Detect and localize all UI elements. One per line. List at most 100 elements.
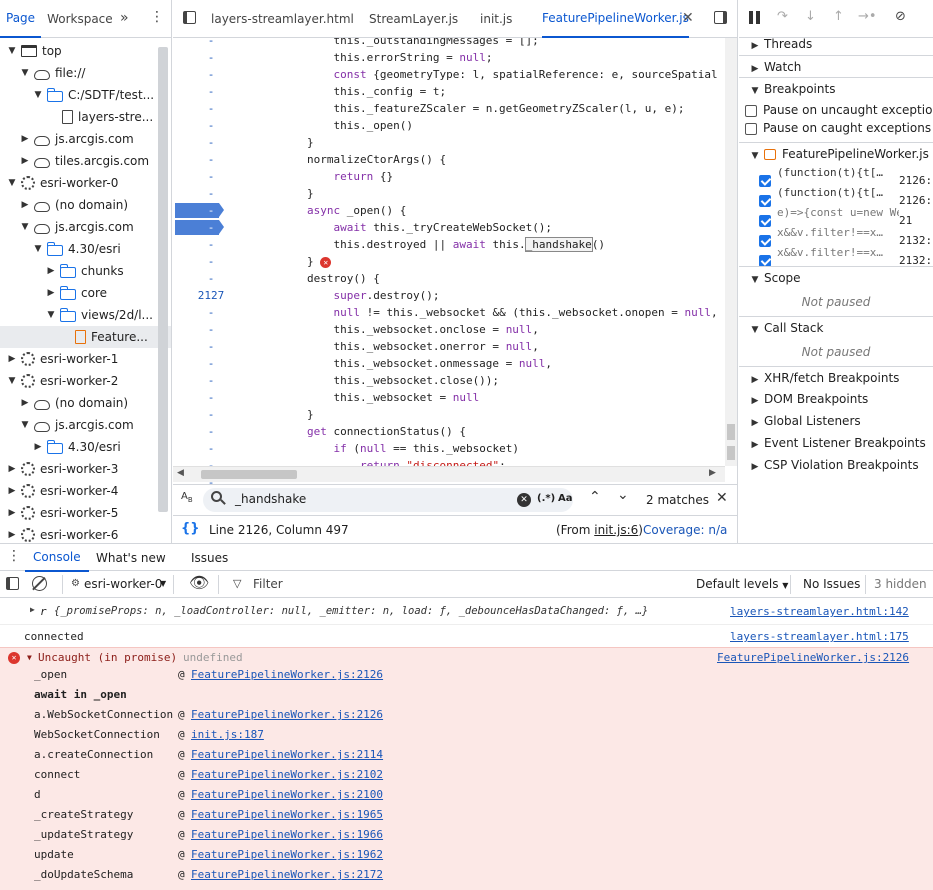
- debugger-section[interactable]: ▶ Global Listeners: [739, 410, 933, 432]
- code-line[interactable]: this._websocket.close());: [307, 372, 499, 389]
- line-number[interactable]: -: [181, 238, 241, 251]
- step-icon[interactable]: →•: [858, 9, 877, 24]
- tab-streamlayer-js[interactable]: StreamLayer.js: [369, 0, 458, 38]
- line-number[interactable]: -: [181, 408, 241, 421]
- case-toggle[interactable]: Aa: [558, 493, 573, 504]
- filter-input[interactable]: Filter: [253, 577, 283, 591]
- breakpoint-item[interactable]: (function(t){t[…2126:: [739, 182, 933, 207]
- more-tabs-icon[interactable]: »: [120, 10, 129, 26]
- code-line[interactable]: if (null == this._websocket): [307, 440, 519, 457]
- code-line[interactable]: this._featureZScaler = n.getGeometryZSca…: [307, 100, 684, 117]
- issues-count[interactable]: No Issues: [803, 577, 860, 591]
- line-number[interactable]: -: [181, 340, 241, 353]
- line-number[interactable]: -: [181, 323, 241, 336]
- threads-section[interactable]: ▶ Threads: [739, 33, 933, 55]
- search-input[interactable]: _handshake: [235, 492, 306, 506]
- code-line[interactable]: async _open() {: [307, 202, 406, 219]
- stack-source-link[interactable]: FeaturePipelineWorker.js:2114: [191, 748, 383, 761]
- line-number[interactable]: -: [181, 391, 241, 404]
- line-number[interactable]: -: [181, 136, 241, 149]
- code-line[interactable]: this._websocket.onclose = null,: [307, 321, 538, 338]
- deactivate-breakpoints-icon[interactable]: ⊘: [895, 9, 906, 24]
- code-line[interactable]: null != this._websocket && (this._websoc…: [307, 304, 718, 321]
- tree-item[interactable]: ▶ tiles.arcgis.com: [0, 150, 171, 172]
- tree-item[interactable]: ▶ js.arcgis.com: [0, 128, 171, 150]
- console-sidebar-icon[interactable]: [6, 577, 19, 590]
- source-link[interactable]: layers-streamlayer.html:142: [730, 605, 909, 618]
- tree-item[interactable]: ▶ (no domain): [0, 392, 171, 414]
- tree-item[interactable]: ▼ esri-worker-2: [0, 370, 171, 392]
- context-selector[interactable]: ⚙ esri-worker-0 ▼: [62, 575, 174, 594]
- breakpoints-section[interactable]: ▼ Breakpoints: [739, 77, 933, 99]
- stack-source-link[interactable]: init.js:187: [191, 728, 264, 741]
- tree-item[interactable]: ▶ esri-worker-3: [0, 458, 171, 480]
- scope-section[interactable]: ▼ Scope: [739, 266, 933, 288]
- line-number[interactable]: -: [181, 442, 241, 455]
- code-line[interactable]: await this._tryCreateWebSocket();: [307, 219, 553, 236]
- breakpoint-item[interactable]: x&&v.filter!==x…2132:: [739, 222, 933, 247]
- clear-search-icon[interactable]: ✕: [517, 493, 531, 507]
- code-line[interactable]: this._websocket = null: [307, 389, 479, 406]
- line-number[interactable]: -: [181, 153, 241, 166]
- line-number[interactable]: -: [181, 425, 241, 438]
- pause-icon[interactable]: [749, 11, 753, 24]
- code-line[interactable]: this._outstandingMessages = [];: [307, 38, 538, 49]
- code-line[interactable]: } ✕: [307, 253, 332, 270]
- line-gutter[interactable]: ---------------2127-----------: [173, 34, 301, 489]
- tab-init-js[interactable]: init.js: [480, 0, 512, 38]
- tree-item[interactable]: ▼ C:/SDTF/test...: [0, 84, 171, 106]
- pause-caught-option[interactable]: Pause on caught exceptions: [739, 117, 933, 139]
- breakpoint-file-group[interactable]: ▼ FeaturePipelineWorker.js: [739, 142, 933, 164]
- tree-item[interactable]: ▶ core: [0, 282, 171, 304]
- code-line[interactable]: return "disconnected";: [307, 457, 506, 466]
- tree-item[interactable]: ▼ js.arcgis.com: [0, 414, 171, 436]
- line-number[interactable]: -: [181, 357, 241, 370]
- stack-source-link[interactable]: FeaturePipelineWorker.js:2102: [191, 768, 383, 781]
- close-search-icon[interactable]: ✕: [716, 490, 728, 506]
- pause-caught-checkbox[interactable]: [745, 122, 757, 135]
- breakpoint-item[interactable]: e)=>{const u=new We…21: [739, 202, 933, 227]
- tree-item[interactable]: ▼ js.arcgis.com: [0, 216, 171, 238]
- code-area[interactable]: this._outstandingMessages = []; this.err…: [307, 38, 717, 466]
- code-line[interactable]: }: [307, 406, 314, 423]
- tab-workspace[interactable]: Workspace: [41, 0, 119, 38]
- code-line[interactable]: normalizeCtorArgs() {: [307, 151, 446, 168]
- replace-toggle-icon[interactable]: AB: [181, 491, 193, 504]
- tree-item[interactable]: ▼ top: [0, 40, 171, 62]
- stack-source-link[interactable]: FeaturePipelineWorker.js:2172: [191, 868, 383, 881]
- stack-source-link[interactable]: FeaturePipelineWorker.js:1966: [191, 828, 383, 841]
- code-line[interactable]: this.errorString = null;: [307, 49, 492, 66]
- live-expression-eye-icon[interactable]: 👁: [189, 573, 209, 592]
- stack-source-link[interactable]: FeaturePipelineWorker.js:2126: [191, 668, 383, 681]
- tree-item[interactable]: ▶ chunks: [0, 260, 171, 282]
- pause-uncaught-checkbox[interactable]: [745, 104, 757, 117]
- step-over-icon[interactable]: ↷: [777, 9, 788, 24]
- coverage-status[interactable]: Coverage: n/a: [643, 523, 727, 537]
- tab-layers-streamlayer[interactable]: layers-streamlayer.html: [211, 0, 354, 38]
- kebab-menu-icon[interactable]: ⋮: [150, 9, 164, 25]
- breakpoint-item[interactable]: (function(t){t[…2126:: [739, 162, 933, 187]
- breakpoint-item[interactable]: x&&v.filter!==x…2132:: [739, 242, 933, 267]
- stack-source-link[interactable]: FeaturePipelineWorker.js:1962: [191, 848, 383, 861]
- line-number[interactable]: -: [181, 119, 241, 132]
- tree-item[interactable]: layers-stre...: [0, 106, 171, 128]
- previous-match-icon[interactable]: ⌃: [589, 489, 601, 505]
- next-match-icon[interactable]: ⌄: [617, 487, 629, 503]
- code-line[interactable]: get connectionStatus() {: [307, 423, 466, 440]
- source-link[interactable]: FeaturePipelineWorker.js:2126: [717, 651, 909, 664]
- tree-item[interactable]: ▼ esri-worker-0: [0, 172, 171, 194]
- tab-page[interactable]: Page: [0, 0, 42, 38]
- line-number[interactable]: 2127: [181, 289, 241, 302]
- regex-toggle[interactable]: (.*): [537, 493, 555, 504]
- line-number[interactable]: -: [181, 204, 241, 217]
- line-number[interactable]: -: [181, 255, 241, 268]
- expand-triangle-icon[interactable]: ▶: [30, 605, 35, 614]
- tree-item[interactable]: ▶ (no domain): [0, 194, 171, 216]
- tree-item[interactable]: ▼ 4.30/esri: [0, 238, 171, 260]
- tree-item[interactable]: Feature...: [0, 326, 171, 348]
- tree-item[interactable]: ▼ file://: [0, 62, 171, 84]
- tree-item[interactable]: ▶ esri-worker-6: [0, 524, 171, 543]
- watch-section[interactable]: ▶ Watch: [739, 55, 933, 77]
- tab-featurepipelineworker-js[interactable]: FeaturePipelineWorker.js: [542, 0, 689, 38]
- source-link[interactable]: layers-streamlayer.html:175: [730, 630, 909, 643]
